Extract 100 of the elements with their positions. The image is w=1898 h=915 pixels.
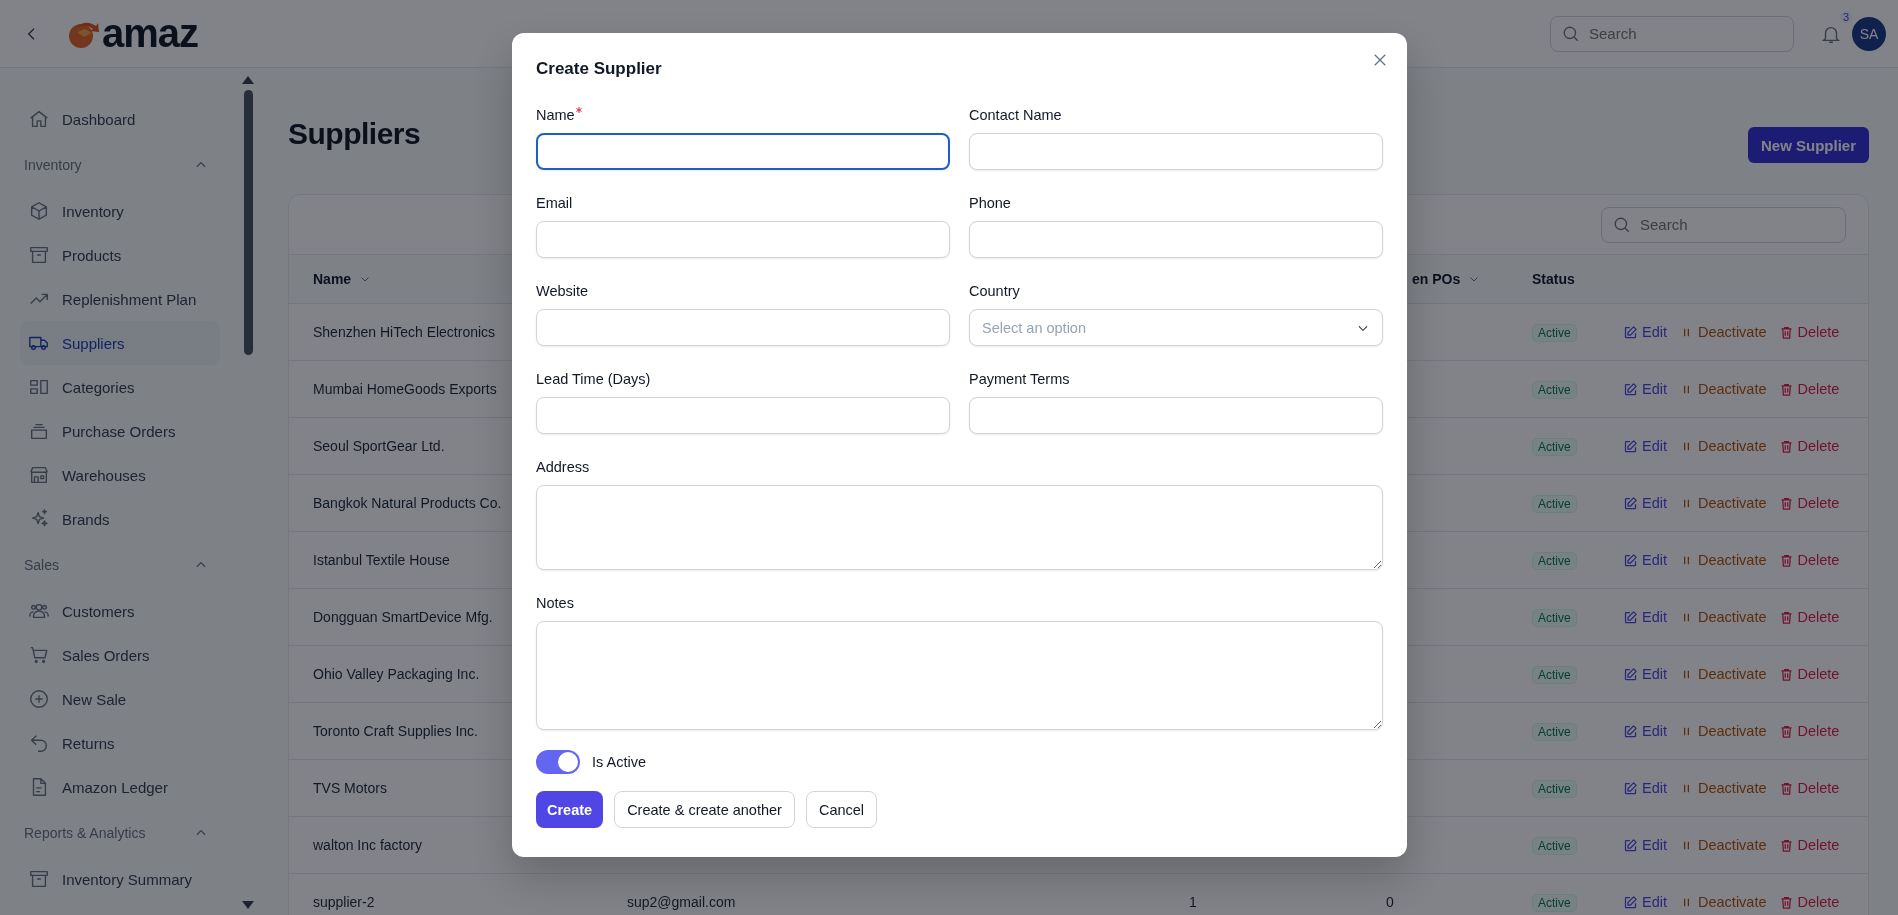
edit-button[interactable]: Edit [1623, 780, 1667, 796]
scrollbar-thumb[interactable] [243, 90, 253, 355]
delete-button[interactable]: Delete [1778, 780, 1840, 796]
secondary-button[interactable]: Create & create another [614, 791, 795, 828]
scroll-up-arrow-icon[interactable] [242, 76, 254, 84]
table-cell: walton Inc factory [313, 837, 422, 853]
delete-button[interactable]: Delete [1778, 438, 1840, 454]
sidebar-item[interactable]: Warehouses [20, 453, 220, 497]
secondary-button[interactable]: Cancel [805, 791, 878, 828]
deactivate-button[interactable]: Deactivate [1679, 609, 1767, 625]
table-cell: Seoul SportGear Ltd. [313, 438, 445, 454]
deactivate-button[interactable]: Deactivate [1679, 666, 1767, 682]
sidebar-item[interactable]: Suppliers [20, 321, 220, 365]
sidebar-section[interactable]: Reports & Analytics [24, 809, 208, 857]
edit-button[interactable]: Edit [1623, 381, 1667, 397]
house-icon [28, 108, 50, 130]
field-label: Name [536, 106, 575, 125]
status-badge: Active [1532, 666, 1577, 684]
sidebar-item[interactable]: Returns [20, 721, 220, 765]
deactivate-button[interactable]: Deactivate [1679, 381, 1767, 397]
scroll-down-arrow-icon[interactable] [242, 901, 254, 909]
table-cell: 1 [1189, 894, 1197, 910]
field-label: Notes [536, 594, 574, 613]
deactivate-button[interactable]: Deactivate [1679, 837, 1767, 853]
sidebar-item[interactable]: Sales Orders [20, 633, 220, 677]
delete-button[interactable]: Delete [1778, 723, 1840, 739]
edit-button[interactable]: Edit [1623, 495, 1667, 511]
delete-button[interactable]: Delete [1778, 552, 1840, 568]
avatar[interactable]: SA [1852, 16, 1886, 51]
deactivate-button[interactable]: Deactivate [1679, 552, 1767, 568]
delete-button[interactable]: Delete [1778, 666, 1840, 682]
deactivate-button[interactable]: Deactivate [1679, 438, 1767, 454]
cube-icon [28, 200, 50, 222]
status-badge: Active [1532, 609, 1577, 627]
edit-button[interactable]: Edit [1623, 723, 1667, 739]
table-cell: TVS Motors [313, 780, 387, 796]
toggle-switch[interactable] [536, 750, 580, 774]
column-header[interactable]: Status [1532, 271, 1575, 287]
field-label: Payment Terms [969, 370, 1070, 389]
delete-button[interactable]: Delete [1778, 609, 1840, 625]
delete-button[interactable]: Delete [1778, 324, 1840, 340]
archive-box-icon [28, 244, 50, 266]
delete-button[interactable]: Delete [1778, 894, 1840, 910]
edit-button[interactable]: Edit [1623, 438, 1667, 454]
sidebar-item[interactable]: Replenishment Plan [20, 277, 220, 321]
field-label: Phone [969, 194, 1011, 213]
status-badge: Active [1532, 780, 1577, 798]
sidebar-item[interactable]: Dashboard [20, 97, 220, 141]
deactivate-button[interactable]: Deactivate [1679, 780, 1767, 796]
column-header[interactable]: en POs [1412, 271, 1481, 287]
edit-button[interactable]: Edit [1623, 609, 1667, 625]
table-cell: Mumbai HomeGoods Exports [313, 381, 497, 397]
column-header[interactable]: Name [313, 271, 372, 287]
table-cell: Dongguan SmartDevice Mfg. [313, 609, 493, 625]
sidebar-item[interactable]: Categories [20, 365, 220, 409]
field-label: Country [969, 282, 1020, 301]
edit-button[interactable]: Edit [1623, 894, 1667, 910]
table-cell: Istanbul Textile House [313, 552, 450, 568]
table-cell: Shenzhen HiTech Electronics [313, 324, 496, 340]
search-field[interactable]: Search [1601, 206, 1846, 243]
edit-button[interactable]: Edit [1623, 837, 1667, 853]
toggle-label: Is Active [592, 754, 646, 770]
field-label: Address [536, 458, 590, 477]
search-field[interactable]: Search [1550, 15, 1794, 52]
edit-button[interactable]: Edit [1623, 666, 1667, 682]
select-field[interactable]: Select an option [969, 309, 1383, 346]
table-cell: 0 [1386, 894, 1394, 910]
new-supplier-button[interactable]: New Supplier [1747, 127, 1869, 163]
dialog-title: Create Supplier [536, 58, 663, 80]
field-label: Lead Time (Days) [536, 370, 651, 389]
sidebar-item[interactable]: New Sale [20, 677, 220, 721]
sidebar-item[interactable]: Products [20, 233, 220, 277]
table-cell: sup2@gmail.com [627, 894, 736, 910]
table-cell: Bangkok Natural Products Co. [313, 495, 502, 511]
status-badge: Active [1532, 438, 1577, 456]
delete-button[interactable]: Delete [1778, 381, 1840, 397]
sidebar-item[interactable]: Brands [20, 497, 220, 541]
edit-button[interactable]: Edit [1623, 552, 1667, 568]
delete-button[interactable]: Delete [1778, 495, 1840, 511]
input-field[interactable] [536, 133, 950, 170]
page-title: Suppliers [288, 116, 421, 152]
sidebar-section[interactable]: Inventory [24, 141, 208, 189]
delete-button[interactable]: Delete [1778, 837, 1840, 853]
sidebar-item[interactable]: Purchase Orders [20, 409, 220, 453]
deactivate-button[interactable]: Deactivate [1679, 723, 1767, 739]
sidebar-item[interactable]: Customers [20, 589, 220, 633]
sidebar-item[interactable]: Inventory Summary [20, 857, 220, 901]
table-cell: supplier-2 [313, 894, 375, 910]
return-arrow-icon [28, 732, 50, 754]
deactivate-button[interactable]: Deactivate [1679, 324, 1767, 340]
field-label: Website [536, 282, 589, 301]
primary-button[interactable]: Create [536, 791, 604, 828]
sidebar-item[interactable]: Amazon Ledger [20, 765, 220, 809]
archive-box-icon [28, 868, 50, 890]
sidebar-section[interactable]: Sales [24, 541, 208, 589]
deactivate-button[interactable]: Deactivate [1679, 894, 1767, 910]
sidebar-item[interactable]: Inventory [20, 189, 220, 233]
notification-count: 3 [1839, 10, 1852, 23]
deactivate-button[interactable]: Deactivate [1679, 495, 1767, 511]
edit-button[interactable]: Edit [1623, 324, 1667, 340]
